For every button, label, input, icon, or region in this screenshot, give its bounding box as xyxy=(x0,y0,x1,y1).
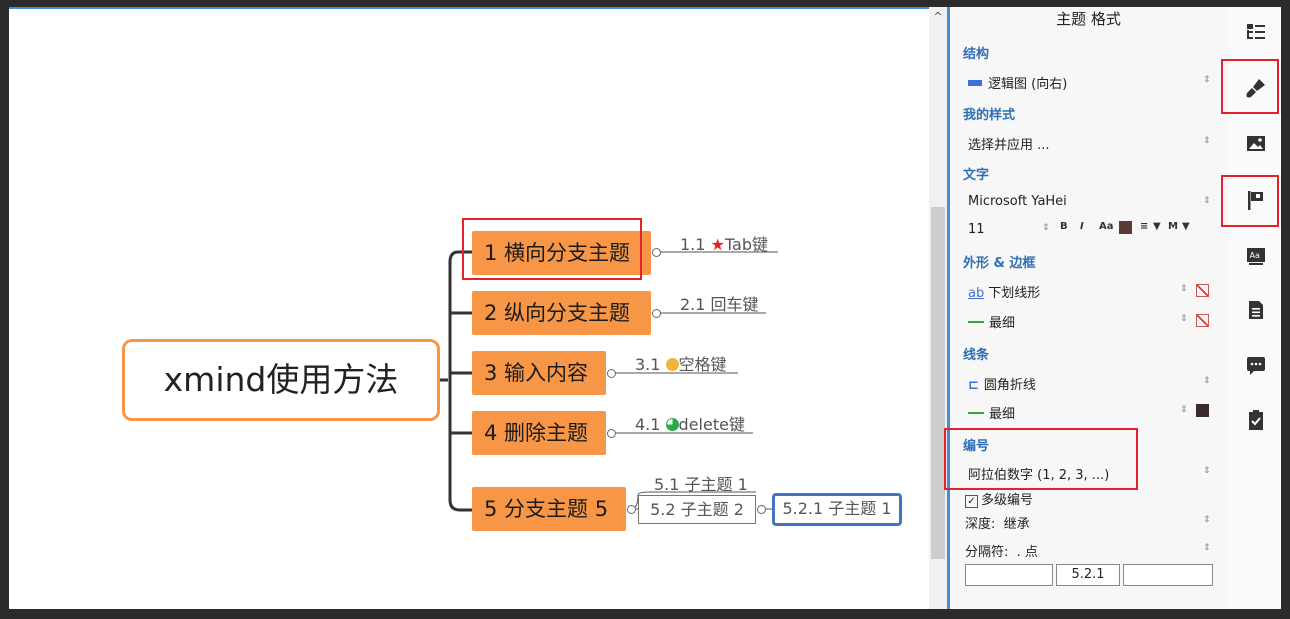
separator-select[interactable]: 分隔符: . 点 xyxy=(965,541,1038,560)
case-button[interactable]: Aa xyxy=(1099,221,1114,232)
smiley-icon xyxy=(665,358,679,371)
spinner-icon[interactable]: ⇕ xyxy=(1180,405,1188,415)
section-line: 线条 xyxy=(963,348,990,363)
subtopic-2-1[interactable]: 2.1 回车键 xyxy=(680,291,759,315)
svg-text:Aa: Aa xyxy=(1250,251,1260,260)
subtopic-3-1[interactable]: 3.1 空格键 xyxy=(635,351,727,375)
prefix-field[interactable] xyxy=(965,564,1053,586)
panel-title: 主题 格式 xyxy=(1056,10,1121,28)
collapse-knob[interactable] xyxy=(757,505,766,514)
suffix-field[interactable] xyxy=(1123,564,1213,586)
spinner-icon[interactable]: ⇕ xyxy=(1180,314,1188,324)
underline-shape-icon: ab xyxy=(968,286,985,301)
style-select[interactable]: 选择并应用 ... xyxy=(968,134,1050,153)
task-clipboard-icon[interactable] xyxy=(1245,409,1267,431)
main-topic-2[interactable]: 2 纵向分支主题 xyxy=(472,291,651,335)
depth-select[interactable]: 深度: 继承 xyxy=(965,513,1030,532)
format-panel: 主题 格式 结构 逻辑图 (向右) ⇕ 我的样式 选择并应用 ... ⇕ 文字 … xyxy=(950,7,1227,609)
highlight-box xyxy=(944,428,1138,490)
align-mode-button[interactable]: M xyxy=(1168,221,1178,232)
scroll-thumb[interactable] xyxy=(931,207,945,559)
dropdown-arrow-icon[interactable]: ▼ xyxy=(1153,221,1161,232)
checkbox-checked-icon: ✓ xyxy=(965,495,978,508)
branch-connectors xyxy=(440,250,778,512)
collapse-knob[interactable] xyxy=(607,369,616,378)
collapse-knob[interactable] xyxy=(627,505,636,514)
fill-color-none-swatch[interactable] xyxy=(1196,284,1209,297)
multi-level-checkbox[interactable]: ✓ 多级编号 xyxy=(965,489,1033,508)
line-width-icon xyxy=(968,321,984,323)
subtopic-5-2-1-selected[interactable]: 5.2.1 子主题 1 xyxy=(772,493,902,526)
section-my-style: 我的样式 xyxy=(963,108,1016,123)
spinner-icon[interactable]: ⇕ xyxy=(1203,75,1211,85)
line-width-icon xyxy=(968,412,984,414)
main-topic-5[interactable]: 5 分支主题 5 xyxy=(472,487,626,531)
scroll-up-icon[interactable]: ^ xyxy=(929,7,947,27)
outline-icon[interactable] xyxy=(1245,21,1267,43)
section-text: 文字 xyxy=(963,168,990,183)
central-topic[interactable]: xmind使用方法 xyxy=(122,339,440,421)
border-color-none-swatch[interactable] xyxy=(1196,314,1209,327)
collapse-knob[interactable] xyxy=(652,309,661,318)
sticker-aa-icon[interactable]: Aa xyxy=(1245,245,1267,267)
spinner-icon[interactable]: ⇕ xyxy=(1203,515,1211,525)
bold-button[interactable]: B xyxy=(1060,221,1068,232)
spinner-icon[interactable]: ⇕ xyxy=(1203,196,1211,206)
structure-select[interactable]: 逻辑图 (向右) xyxy=(968,73,1067,92)
main-topic-3[interactable]: 3 输入内容 xyxy=(472,351,606,395)
comment-icon[interactable] xyxy=(1245,355,1267,377)
collapse-knob[interactable] xyxy=(607,429,616,438)
shape-select[interactable]: ab 下划线形 xyxy=(968,282,1040,301)
vertical-scrollbar[interactable]: ^ xyxy=(929,7,947,609)
main-topic-4[interactable]: 4 删除主题 xyxy=(472,411,606,455)
elbow-line-icon: ⊏ xyxy=(968,378,979,393)
spinner-icon[interactable]: ⇕ xyxy=(1203,376,1211,386)
spinner-icon[interactable]: ⇕ xyxy=(1203,136,1211,146)
font-family-select[interactable]: Microsoft YaHei xyxy=(968,194,1067,209)
border-width-select[interactable]: 最细 xyxy=(968,312,1015,331)
line-color-swatch[interactable] xyxy=(1196,404,1209,417)
align-button[interactable]: ≡ xyxy=(1140,221,1148,232)
notes-icon[interactable] xyxy=(1245,299,1267,321)
font-size-field[interactable]: 11 xyxy=(968,222,985,237)
italic-button[interactable]: I xyxy=(1080,221,1084,232)
dropdown-arrow-icon[interactable]: ▼ xyxy=(1182,221,1190,232)
section-structure: 结构 xyxy=(963,47,990,62)
image-icon[interactable] xyxy=(1245,133,1267,155)
logic-chart-icon xyxy=(968,80,982,86)
spinner-icon[interactable]: ⇕ xyxy=(1180,284,1188,294)
section-shape-border: 外形 & 边框 xyxy=(963,256,1036,271)
subtopic-1-1[interactable]: 1.1 ★Tab键 xyxy=(680,231,768,255)
subtopic-5-2[interactable]: 5.2 子主题 2 xyxy=(638,495,756,524)
highlight-box xyxy=(462,218,642,280)
line-width-select[interactable]: 最细 xyxy=(968,403,1015,422)
highlight-box xyxy=(1221,175,1279,227)
spinner-icon[interactable]: ⇕ xyxy=(1203,543,1211,553)
highlight-box xyxy=(1221,59,1279,114)
subtopic-4-1[interactable]: 4.1 delete键 xyxy=(635,411,745,435)
subtopic-5-1[interactable]: 5.1 子主题 1 xyxy=(654,471,748,495)
number-preview-field: 5.2.1 xyxy=(1056,564,1120,586)
star-icon: ★ xyxy=(710,235,725,254)
collapse-knob[interactable] xyxy=(652,248,661,257)
text-color-swatch[interactable] xyxy=(1119,221,1132,234)
line-style-select[interactable]: ⊏ 圆角折线 xyxy=(968,374,1036,393)
spinner-icon[interactable]: ⇕ xyxy=(1203,466,1211,476)
spinner-icon[interactable]: ⇕ xyxy=(1042,223,1050,233)
progress-icon xyxy=(665,418,679,431)
